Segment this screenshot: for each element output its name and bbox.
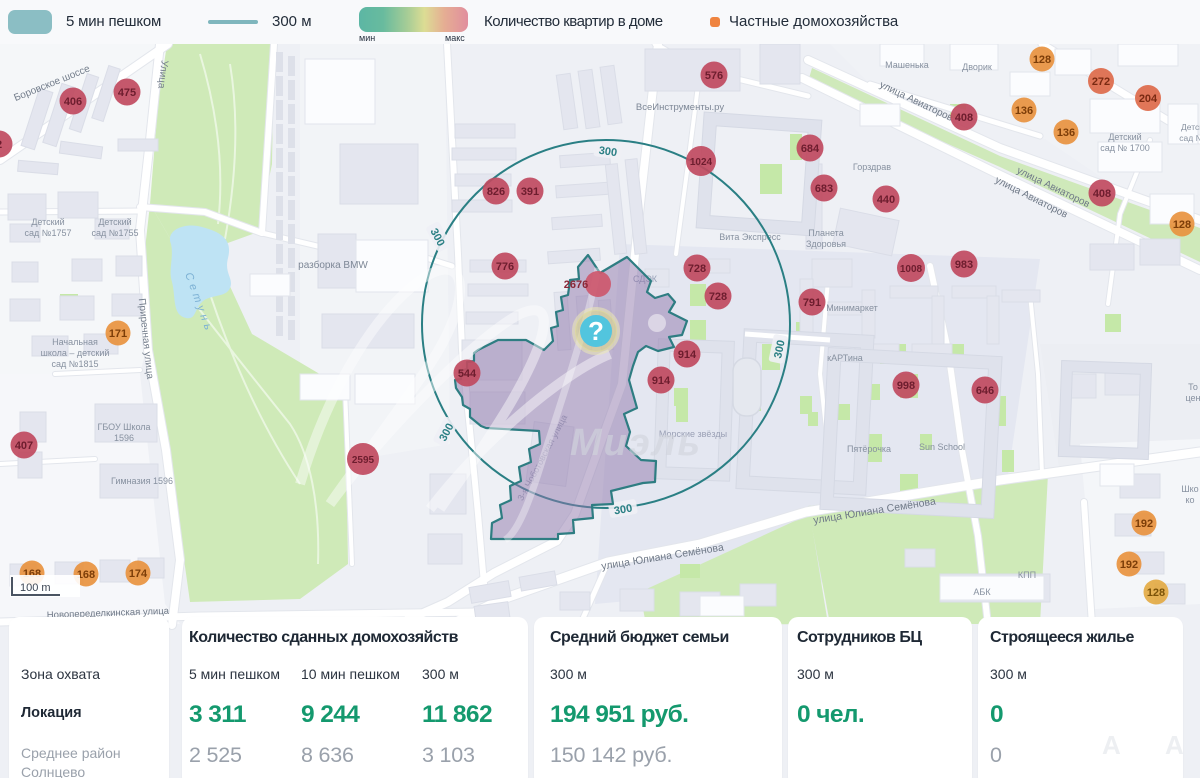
svg-text:Начальная: Начальная: [52, 337, 98, 347]
svg-text:разборка BMW: разборка BMW: [298, 259, 368, 271]
svg-text:Sun School: Sun School: [919, 442, 965, 452]
svg-text:192: 192: [1135, 518, 1153, 530]
svg-text:136: 136: [1057, 127, 1075, 139]
svg-text:983: 983: [955, 259, 973, 271]
svg-text:Дворик: Дворик: [962, 62, 992, 72]
svg-text:171: 171: [109, 328, 127, 340]
svg-text:728: 728: [709, 291, 727, 303]
svg-text:100 m: 100 m: [20, 582, 51, 594]
svg-text:сад №1757: сад №1757: [25, 228, 72, 238]
svg-text:2595: 2595: [352, 455, 375, 466]
svg-text:школа – детский: школа – детский: [41, 348, 110, 358]
svg-text:300: 300: [598, 145, 618, 159]
svg-text:391: 391: [521, 186, 539, 198]
svg-text:1008: 1008: [900, 264, 923, 275]
svg-text:КПП: КПП: [1018, 570, 1036, 580]
svg-text:Детский: Детский: [98, 217, 131, 227]
svg-text:407: 407: [15, 440, 33, 452]
svg-text:544: 544: [458, 368, 477, 380]
svg-text:272: 272: [1092, 76, 1110, 88]
svg-text:Детск: Детск: [1181, 122, 1200, 132]
svg-text:ВсеИнструменты.ру: ВсеИнструменты.ру: [636, 102, 724, 113]
svg-text:1024: 1024: [690, 157, 713, 168]
svg-text:1596: 1596: [114, 433, 134, 443]
svg-text:ко: ко: [1185, 495, 1194, 505]
svg-text:914: 914: [678, 349, 697, 361]
svg-text:646: 646: [976, 385, 994, 397]
svg-text:440: 440: [877, 194, 895, 206]
svg-text:Планета: Планета: [808, 228, 843, 238]
svg-text:Пятёрочка: Пятёрочка: [847, 444, 891, 454]
svg-text:Детский: Детский: [1108, 132, 1141, 142]
svg-text:408: 408: [1093, 188, 1111, 200]
svg-text:475: 475: [118, 87, 136, 99]
svg-text:998: 998: [897, 380, 915, 392]
svg-text:Машенька: Машенька: [885, 60, 929, 70]
svg-text:791: 791: [803, 297, 821, 309]
svg-text:2: 2: [0, 139, 2, 151]
svg-text:Гимназия 1596: Гимназия 1596: [111, 476, 173, 486]
svg-text:684: 684: [801, 143, 820, 155]
svg-text:Миэль: Миэль: [570, 422, 702, 464]
svg-text:576: 576: [705, 70, 723, 82]
svg-text:Здоровья: Здоровья: [806, 239, 846, 249]
svg-text:ГБОУ Школа: ГБОУ Школа: [97, 422, 150, 432]
svg-text:192: 192: [1120, 559, 1138, 571]
svg-text:128: 128: [1147, 587, 1165, 599]
svg-text:136: 136: [1015, 105, 1033, 117]
svg-text:174: 174: [129, 568, 148, 580]
svg-text:128: 128: [1033, 54, 1051, 66]
svg-text:826: 826: [487, 186, 505, 198]
svg-text:Минимаркет: Минимаркет: [826, 303, 878, 313]
svg-text:кАРТина: кАРТина: [827, 353, 863, 363]
svg-text:728: 728: [688, 263, 706, 275]
svg-text:Горздрав: Горздрав: [853, 162, 891, 172]
svg-text:сад №1815: сад №1815: [52, 359, 99, 369]
svg-text:Детский: Детский: [31, 217, 64, 227]
svg-text:128: 128: [1173, 219, 1191, 231]
svg-text:То: То: [1188, 382, 1198, 392]
svg-text:Вита Экспресс: Вита Экспресс: [719, 232, 781, 242]
svg-text:2676: 2676: [564, 279, 588, 291]
svg-text:Шко: Шко: [1181, 484, 1198, 494]
svg-text:?: ?: [588, 316, 604, 346]
svg-text:776: 776: [496, 261, 514, 273]
svg-text:сад № 1700: сад № 1700: [1100, 143, 1149, 153]
svg-text:408: 408: [955, 112, 973, 124]
svg-text:914: 914: [652, 375, 671, 387]
svg-text:683: 683: [815, 183, 833, 195]
svg-text:406: 406: [64, 96, 82, 108]
svg-text:АБК: АБК: [973, 587, 991, 597]
svg-text:204: 204: [1139, 93, 1158, 105]
svg-text:цен: цен: [1185, 393, 1200, 403]
svg-text:сад №: сад №: [1179, 133, 1200, 143]
svg-text:сад №1755: сад №1755: [92, 228, 139, 238]
